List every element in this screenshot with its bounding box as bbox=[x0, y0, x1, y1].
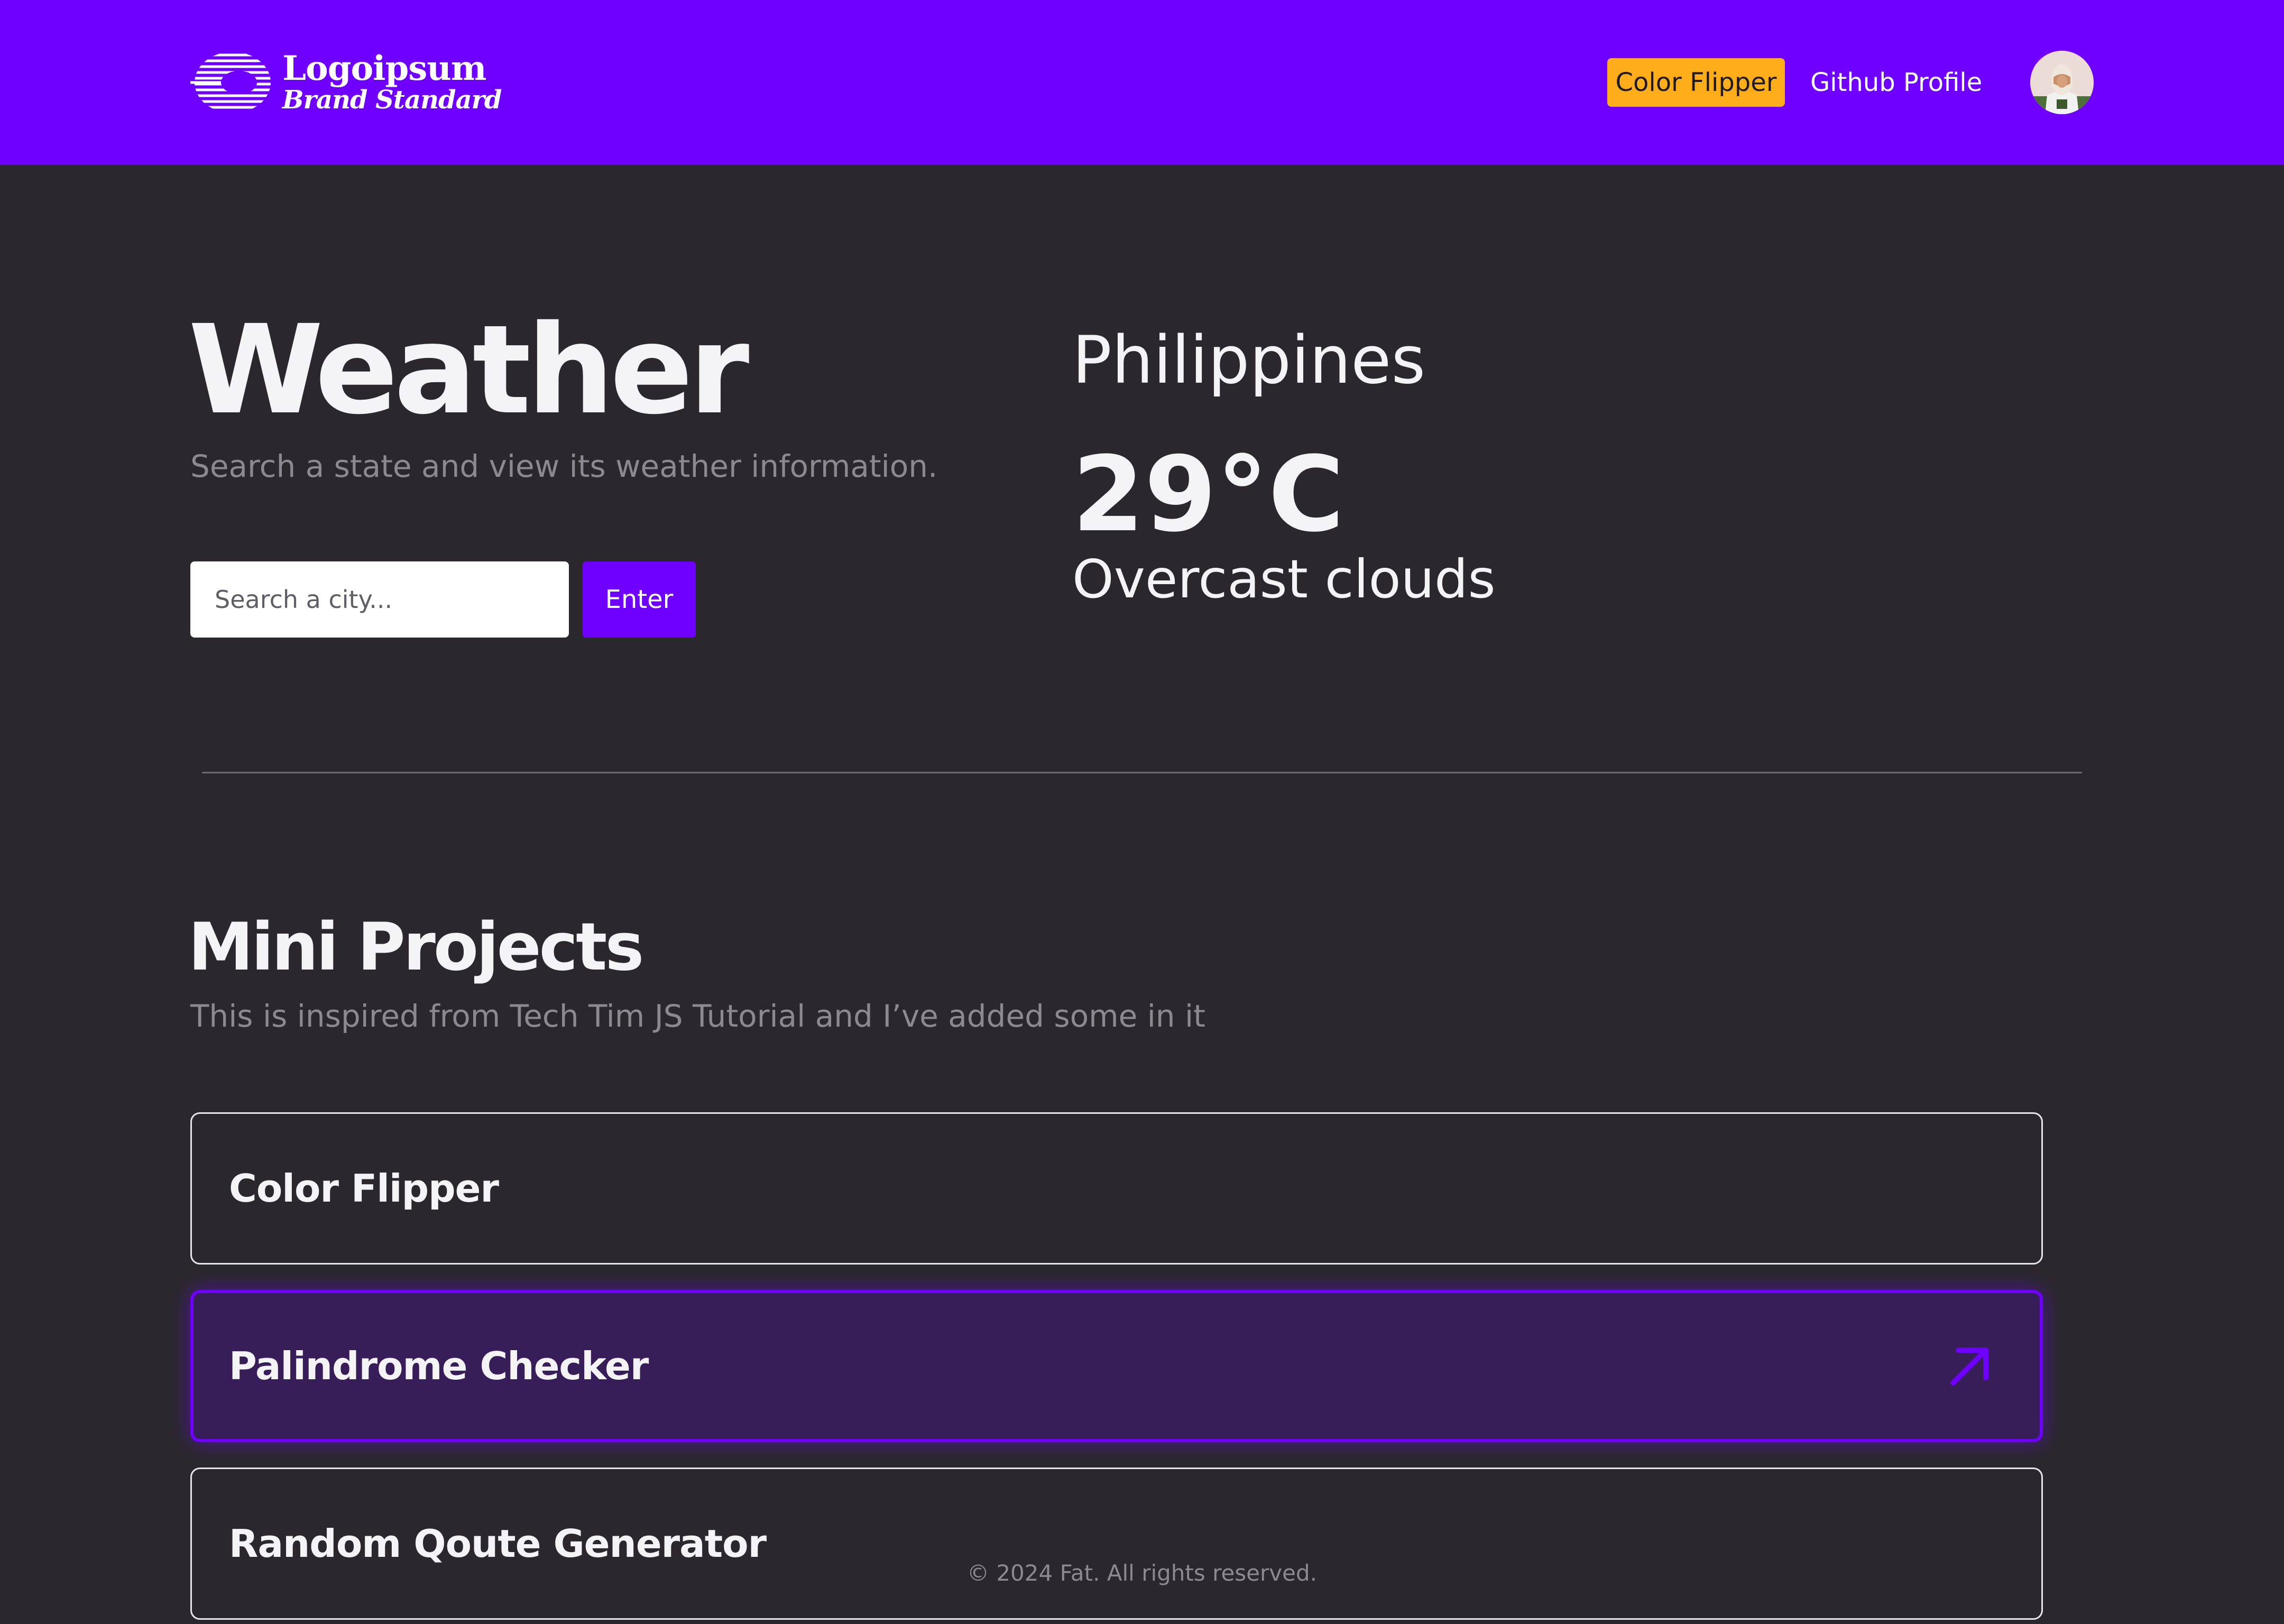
project-card-random-quote-generator[interactable]: Random Qoute Generator bbox=[190, 1468, 2043, 1620]
nav-github-profile-link[interactable]: Github Profile bbox=[1810, 58, 1982, 107]
project-card-color-flipper[interactable]: Color Flipper bbox=[190, 1112, 2043, 1265]
weather-condition: Overcast clouds bbox=[1072, 548, 1496, 610]
logo-mark-icon bbox=[190, 53, 271, 109]
city-search-input[interactable] bbox=[190, 561, 569, 638]
projects-subtitle: This is inspired from Tech Tim JS Tutori… bbox=[190, 998, 1205, 1034]
weather-location: Philippines bbox=[1072, 322, 1426, 399]
project-card-palindrome-checker[interactable]: Palindrome Checker bbox=[190, 1290, 2043, 1442]
logo-text: Logoipsum Brand Standard bbox=[282, 49, 502, 115]
project-card-label: Palindrome Checker bbox=[229, 1344, 649, 1388]
section-divider bbox=[202, 772, 2082, 773]
avatar[interactable] bbox=[2030, 51, 2094, 114]
logo-tagline: Brand Standard bbox=[282, 85, 502, 115]
page: Logoipsum Brand Standard Color Flipper G… bbox=[0, 0, 2284, 1624]
weather-title: Weather bbox=[188, 299, 749, 441]
arrow-up-right-icon bbox=[1950, 1348, 1988, 1386]
top-navbar: Logoipsum Brand Standard Color Flipper G… bbox=[0, 0, 2284, 165]
weather-temperature: 29°C bbox=[1072, 435, 1344, 555]
enter-button[interactable]: Enter bbox=[583, 561, 696, 638]
logo[interactable]: Logoipsum Brand Standard bbox=[190, 49, 502, 115]
weather-subtitle: Search a state and view its weather info… bbox=[190, 448, 938, 484]
project-card-label: Random Qoute Generator bbox=[229, 1521, 767, 1566]
project-card-label: Color Flipper bbox=[229, 1166, 499, 1211]
projects-title: Mini Projects bbox=[188, 909, 644, 985]
avatar-image bbox=[2030, 51, 2094, 114]
nav-color-flipper-button[interactable]: Color Flipper bbox=[1607, 58, 1785, 107]
logo-name: Logoipsum bbox=[282, 49, 486, 88]
footer-copyright: © 2024 Fat. All rights reserved. bbox=[966, 1560, 1317, 1586]
